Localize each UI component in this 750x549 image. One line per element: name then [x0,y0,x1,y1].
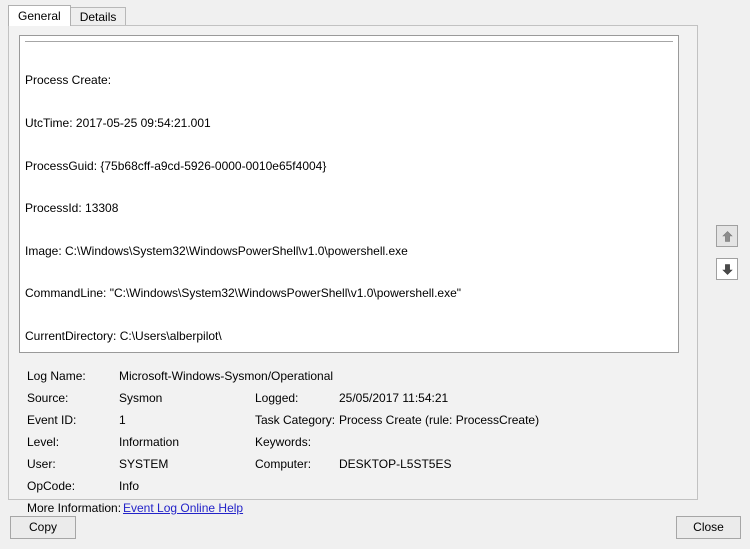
level-value: Information [119,435,180,449]
metadata-row-more-information: More Information: Event Log Online Help [19,498,679,520]
opcode-value: Info [119,479,140,493]
event-properties-panel: Process Create: UtcTime: 2017-05-25 09:5… [8,25,698,515]
metadata-row-log-name: Log Name: Microsoft-Windows-Sysmon/Opera… [19,366,679,388]
logged-label: Logged: [255,391,299,405]
description-line: ProcessGuid: {75b68cff-a9cd-5926-0000-00… [25,158,327,173]
event-description-textbox[interactable]: Process Create: UtcTime: 2017-05-25 09:5… [19,35,679,353]
previous-event-button[interactable] [716,225,738,247]
description-line: CurrentDirectory: C:\Users\alberpilot\ [25,328,222,343]
description-line: Image: C:\Windows\System32\WindowsPowerS… [25,243,408,258]
computer-label: Computer: [255,457,312,471]
user-label: User: [27,457,56,471]
close-button-label: Close [693,520,724,534]
description-line: UtcTime: 2017-05-25 09:54:21.001 [25,116,211,130]
tab-details[interactable]: Details [69,7,127,26]
log-name-value: Microsoft-Windows-Sysmon/Operational [119,369,334,383]
keywords-label: Keywords: [255,435,312,449]
event-id-value: 1 [119,413,126,427]
copy-button[interactable]: Copy [10,516,76,539]
tab-general-label: General [18,9,61,23]
task-category-value: Process Create (rule: ProcessCreate) [339,413,540,427]
log-name-label: Log Name: [27,369,86,383]
event-description-text: Process Create: UtcTime: 2017-05-25 09:5… [25,45,675,352]
copy-button-label: Copy [28,520,57,534]
description-line: ProcessId: 13308 [25,201,119,216]
description-line: CommandLine: "C:\Windows\System32\Window… [25,286,462,301]
description-line: Process Create: [25,73,112,88]
task-category-label: Task Category: [255,413,336,427]
metadata-row-level: Level: Information Keywords: [19,432,679,454]
textbox-top-separator [25,41,673,42]
metadata-row-source: Source: Sysmon Logged: 25/05/2017 11:54:… [19,388,679,410]
metadata-row-user: User: SYSTEM Computer: DESKTOP-L5ST5ES [19,454,679,476]
metadata-row-event-id: Event ID: 1 Task Category: Process Creat… [19,410,679,432]
up-arrow-icon [721,230,734,243]
opcode-label: OpCode: [27,479,76,493]
event-log-online-help-link[interactable]: Event Log Online Help [123,501,243,515]
user-value: SYSTEM [119,457,169,471]
tab-strip: General Details [8,5,127,26]
event-id-label: Event ID: [27,413,77,427]
close-button[interactable]: Close [676,516,741,539]
level-label: Level: [27,435,60,449]
down-arrow-icon [721,263,734,276]
logged-value: 25/05/2017 11:54:21 [339,391,449,405]
event-metadata-grid: Log Name: Microsoft-Windows-Sysmon/Opera… [19,366,679,520]
next-event-button[interactable] [716,258,738,280]
computer-value: DESKTOP-L5ST5ES [339,457,452,471]
tab-general[interactable]: General [8,5,71,26]
metadata-row-opcode: OpCode: Info [19,476,679,498]
tab-details-label: Details [79,10,117,24]
source-label: Source: [27,391,69,405]
source-value: Sysmon [119,391,163,405]
more-information-label: More Information: [27,501,122,515]
